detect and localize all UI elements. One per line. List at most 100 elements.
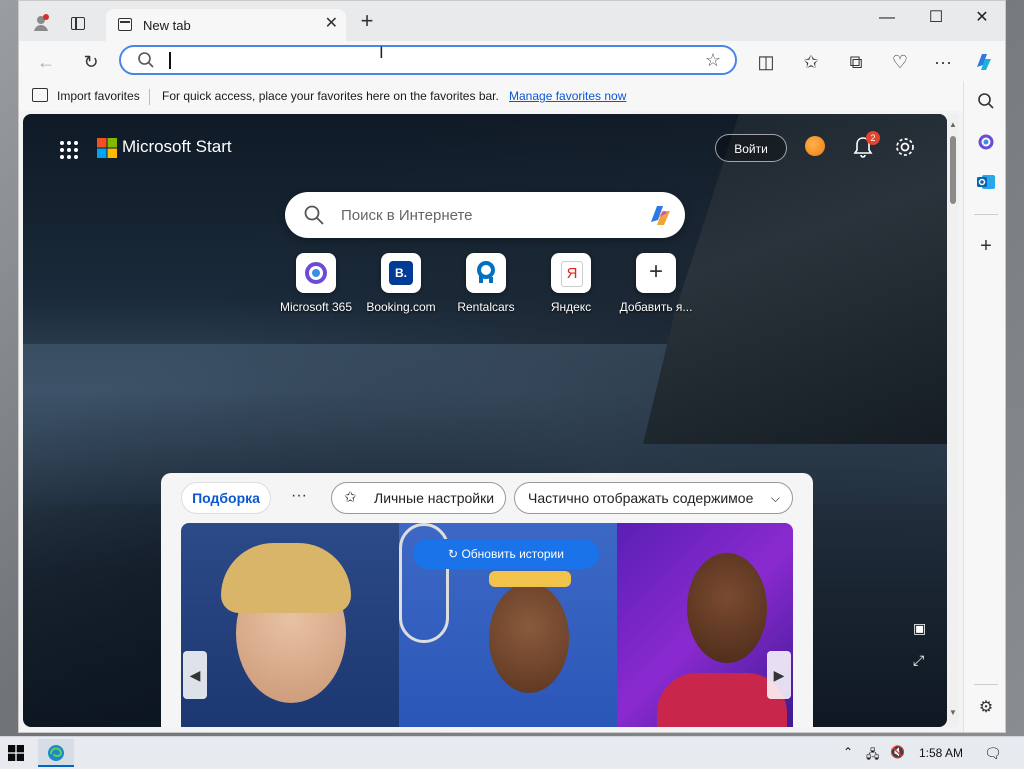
quick-link-add[interactable]: + Добавить я... bbox=[611, 253, 701, 314]
address-bar[interactable]: ☆ bbox=[119, 45, 737, 75]
apps-grid-icon[interactable] bbox=[59, 140, 79, 160]
new-tab-button[interactable]: + bbox=[355, 10, 379, 34]
toolbar: ← ↻ ☆ ◫ ✩ ⧉ ♡ ··· bbox=[19, 41, 1005, 81]
sidebar-divider bbox=[974, 214, 998, 215]
hair-shape bbox=[221, 543, 351, 613]
quick-link-label: Rentalcars bbox=[457, 300, 515, 314]
microsoft-logo-icon bbox=[97, 138, 117, 158]
scroll-down-icon[interactable]: ▼ bbox=[949, 708, 957, 717]
scroll-up-icon[interactable]: ▲ bbox=[949, 120, 957, 129]
web-search-box[interactable]: Поиск в Интернете bbox=[285, 192, 685, 238]
search-icon bbox=[303, 204, 325, 231]
profile-icon[interactable] bbox=[31, 13, 51, 33]
favorite-star-icon[interactable]: ☆ bbox=[705, 50, 721, 71]
quick-link-microsoft-365[interactable]: Microsoft 365 bbox=[271, 253, 361, 314]
edge-sidebar: + ⚙ bbox=[963, 81, 1005, 732]
search-icon bbox=[137, 51, 155, 74]
tab-close-button[interactable]: ✕ bbox=[325, 15, 338, 33]
tray-chevron-icon[interactable]: ⌃ bbox=[843, 745, 853, 759]
split-screen-icon[interactable]: ◫ bbox=[755, 51, 777, 73]
quick-link-yandex[interactable]: Я Яндекс bbox=[526, 253, 616, 314]
yandex-glyph: Я bbox=[561, 261, 583, 287]
quick-link-label: Добавить я... bbox=[619, 300, 693, 314]
minimize-button[interactable]: — bbox=[864, 7, 910, 31]
personalize-button[interactable]: ✩ Личные настройки bbox=[331, 482, 506, 514]
favorites-divider bbox=[149, 89, 150, 105]
notifications-icon[interactable]: 🗨 bbox=[984, 745, 1002, 762]
collections-icon[interactable]: ⧉ bbox=[845, 51, 867, 73]
import-favorites-button[interactable]: Import favorites bbox=[57, 89, 140, 103]
tab-strip: New tab ✕ + — ☐ ✕ bbox=[19, 1, 1005, 41]
add-app-icon[interactable]: + bbox=[976, 236, 996, 256]
expand-icon[interactable]: ⤢ bbox=[913, 652, 924, 669]
taskbar-clock[interactable]: 1:58 AM bbox=[919, 746, 963, 760]
sidebar-settings-icon[interactable]: ⚙ bbox=[976, 698, 996, 718]
more-menu-icon[interactable]: ··· bbox=[932, 51, 954, 73]
refresh-stories-button[interactable]: ↻ Обновить истории bbox=[413, 539, 599, 569]
scroll-thumb[interactable] bbox=[950, 136, 956, 204]
refresh-icon: ↻ bbox=[448, 547, 462, 561]
browser-window: New tab ✕ + — ☐ ✕ ← ↻ ☆ ◫ ✩ ⧉ ♡ ··· Impo… bbox=[18, 0, 1006, 733]
newtab-favicon-icon bbox=[118, 18, 132, 31]
person-photo bbox=[489, 583, 569, 693]
volume-muted-icon[interactable]: 🔇 bbox=[890, 745, 905, 759]
m365-icon bbox=[296, 253, 336, 293]
maximize-button[interactable]: ☐ bbox=[913, 7, 959, 31]
taskbar-edge-button[interactable] bbox=[38, 739, 74, 767]
content-mode-value: Частично отображать содержимое bbox=[528, 490, 754, 506]
person-photo bbox=[687, 553, 767, 663]
close-window-button[interactable]: ✕ bbox=[959, 7, 1005, 31]
brand-title: Microsoft Start bbox=[122, 137, 232, 156]
tab-picks[interactable]: Подборка bbox=[181, 482, 271, 514]
network-icon[interactable]: 🖧 bbox=[866, 745, 879, 766]
tab-title: New tab bbox=[143, 18, 191, 33]
notification-badge: 2 bbox=[866, 131, 880, 145]
favorites-icon[interactable]: ✩ bbox=[800, 51, 822, 73]
rentalcars-icon bbox=[466, 253, 506, 293]
refresh-stories-label: Обновить истории bbox=[461, 547, 564, 561]
quick-link-label: Яндекс bbox=[550, 300, 592, 314]
quick-link-booking[interactable]: B. Booking.com bbox=[356, 253, 446, 314]
refresh-icon[interactable]: ↻ bbox=[80, 51, 102, 73]
taskbar: ⌃ 🖧 🔇 1:58 AM 🗨 bbox=[0, 736, 1024, 769]
page-scrollbar[interactable]: ▲ ▼ bbox=[947, 114, 959, 727]
windows-start-icon[interactable] bbox=[8, 745, 24, 761]
search-icon[interactable] bbox=[976, 92, 996, 112]
quick-link-label: Microsoft 365 bbox=[279, 300, 353, 314]
search-placeholder: Поиск в Интернете bbox=[341, 207, 473, 224]
gear-icon[interactable] bbox=[894, 136, 916, 163]
background-image-icon[interactable]: ▣ bbox=[913, 620, 926, 637]
news-feed: Подборка ··· ✩ Личные настройки Частично… bbox=[161, 473, 813, 727]
yandex-icon: Я bbox=[551, 253, 591, 293]
quick-link-label: Booking.com bbox=[366, 300, 436, 314]
new-tab-page: Microsoft Start Войти 2 Поиск в Интернет… bbox=[23, 114, 947, 727]
tab-actions-icon[interactable] bbox=[71, 17, 85, 30]
feed-more-button[interactable]: ··· bbox=[291, 487, 307, 505]
plus-glyph: + bbox=[648, 258, 663, 285]
quick-link-rentalcars[interactable]: Rentalcars bbox=[441, 253, 531, 314]
content-mode-dropdown[interactable]: Частично отображать содержимое ⌵ bbox=[514, 482, 793, 514]
carousel-prev-button[interactable]: ◀ bbox=[183, 651, 207, 699]
favorites-bar-message: For quick access, place your favorites h… bbox=[162, 89, 499, 103]
copilot-icon[interactable] bbox=[973, 51, 995, 73]
carousel-next-button[interactable]: ▶ bbox=[767, 651, 791, 699]
edge-icon bbox=[48, 745, 64, 761]
personalize-label: Личные настройки bbox=[374, 490, 495, 506]
browser-essentials-icon[interactable]: ♡ bbox=[889, 51, 911, 73]
tab-new-tab[interactable]: New tab ✕ bbox=[106, 9, 346, 41]
sign-in-button[interactable]: Войти bbox=[715, 134, 787, 162]
rewards-icon[interactable] bbox=[805, 136, 825, 156]
favorites-bar: Import favorites For quick access, place… bbox=[19, 81, 1005, 111]
address-caret bbox=[169, 52, 171, 69]
sidebar-divider bbox=[974, 684, 998, 685]
booking-icon: B. bbox=[381, 253, 421, 293]
import-icon bbox=[32, 88, 48, 102]
news-carousel[interactable]: ↻ Обновить истории ◀ ▶ bbox=[181, 523, 793, 727]
outlook-icon[interactable] bbox=[976, 172, 996, 192]
text-cursor-icon: Ⅰ bbox=[379, 45, 384, 62]
news-image-1[interactable] bbox=[181, 523, 399, 727]
copilot-icon[interactable] bbox=[645, 200, 675, 230]
manage-favorites-link[interactable]: Manage favorites now bbox=[509, 89, 626, 103]
back-icon[interactable]: ← bbox=[35, 51, 57, 73]
m365-sidebar-icon[interactable] bbox=[976, 132, 996, 152]
